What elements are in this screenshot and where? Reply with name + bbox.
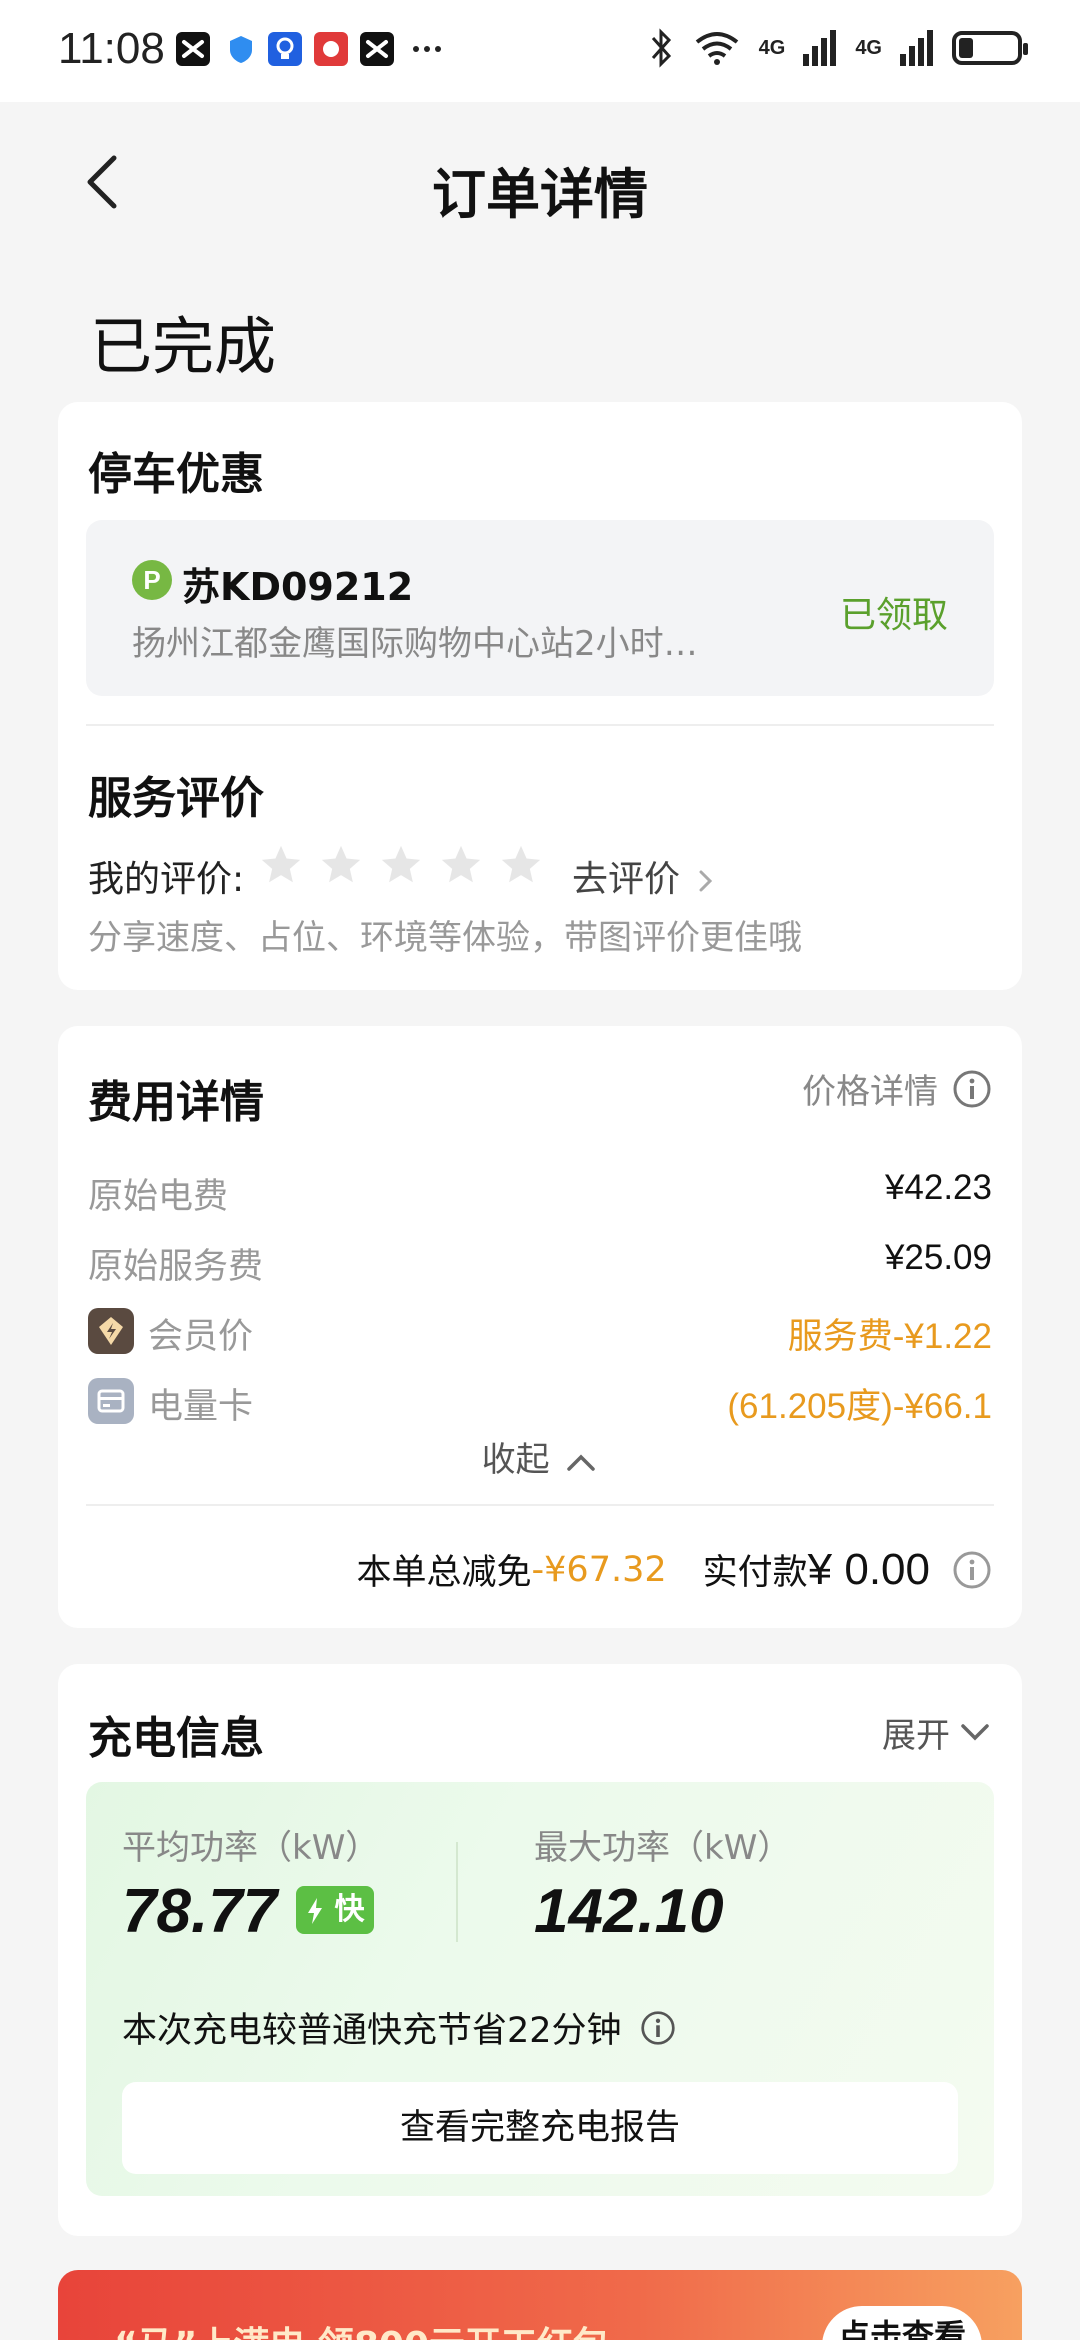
status-right: 4G 4G: [647, 28, 1028, 68]
app-icon-x: [176, 32, 210, 66]
price-detail-link[interactable]: 价格详情: [802, 1064, 992, 1113]
fee-value: 服务费-¥1.22: [787, 1317, 992, 1356]
fee-row: 原始电费 ¥42.23: [88, 1168, 992, 1218]
collapse-button[interactable]: 收起: [58, 1432, 1022, 1481]
price-detail-label: 价格详情: [802, 1072, 938, 1112]
status-bar: 11:08 4G 4G: [0, 0, 1080, 102]
saving-text: 本次充电较普通快充节省22分钟: [122, 2011, 622, 2051]
paid-amount: ¥ 0.00: [807, 1544, 930, 1594]
license-plate: 苏KD09212: [182, 565, 414, 609]
bluetooth-icon: [651, 28, 671, 68]
banner-view-button[interactable]: 点击查看: [822, 2306, 982, 2340]
parking-title: 停车优惠: [88, 449, 264, 500]
avg-power-value: 78.77: [122, 1877, 278, 1946]
card-icon: [88, 1378, 134, 1424]
fee-title: 费用详情: [88, 1077, 264, 1128]
saving-note: 本次充电较普通快充节省22分钟: [122, 2002, 676, 2053]
promo-banner[interactable]: “马”上满电 领800元开工红包 点击查看: [58, 2270, 1022, 2340]
banner-text: “马”上满电 领800元开工红包: [114, 2316, 609, 2340]
divider: [456, 1842, 458, 1942]
info-icon[interactable]: [952, 1550, 992, 1590]
signal-1-label: 4G: [758, 36, 786, 59]
chevron-up-icon: [567, 1454, 596, 1471]
go-rate-label: 去评价: [572, 859, 681, 900]
star-icon[interactable]: [318, 842, 364, 888]
collapse-label: 收起: [481, 1440, 550, 1480]
charging-stats: 平均功率（kW） 78.77 快 最大功率（kW） 142.10 本次充电较普通…: [86, 1782, 994, 2196]
star-icon[interactable]: [498, 842, 544, 888]
signal-icon: [803, 30, 837, 66]
status-time: 11:08: [58, 24, 165, 73]
divider: [86, 724, 994, 726]
rating-hint: 分享速度、占位、环境等体验，带图评价更佳哦: [88, 918, 802, 958]
order-status: 已完成: [90, 310, 277, 383]
fee-label: 会员价: [148, 1317, 254, 1357]
parking-coupon[interactable]: P 苏KD09212 扬州江都金鹰国际购物中心站2小时… 已领取: [86, 520, 994, 696]
star-icon[interactable]: [258, 842, 304, 888]
paid-label: 实付款: [702, 1553, 808, 1593]
charging-info-card: 充电信息 展开 平均功率（kW） 78.77 快 最大功率（kW） 142.10…: [58, 1664, 1022, 2236]
fee-detail-card: 费用详情 价格详情 原始电费 ¥42.23 原始服务费 ¥25.09 会员价 服…: [58, 1026, 1022, 1628]
go-rate-link[interactable]: 去评价: [572, 850, 715, 902]
fee-label: 原始电费: [88, 1177, 229, 1217]
expand-label: 展开: [882, 1716, 950, 1756]
fee-label: 电量卡: [148, 1387, 254, 1427]
huawei-icon: [314, 32, 348, 66]
charging-title: 充电信息: [88, 1713, 264, 1764]
total-discount-value: -¥67.32: [531, 1549, 667, 1590]
fee-value: ¥42.23: [884, 1168, 992, 1207]
signal-icon: [900, 30, 933, 66]
info-icon: [953, 1070, 991, 1107]
total-discount-label: 本单总减免: [356, 1553, 532, 1593]
divider: [86, 1504, 994, 1506]
star-icon[interactable]: [438, 842, 484, 888]
fee-value: (61.205度)-¥66.1: [727, 1387, 992, 1426]
my-rating-label: 我的评价:: [88, 859, 245, 900]
page-header: 订单详情: [0, 102, 1080, 262]
member-diamond-icon: [88, 1308, 134, 1354]
shield-icon: [224, 32, 258, 66]
max-power-label: 最大功率（kW）: [534, 1828, 792, 1868]
wifi-icon: [695, 32, 738, 65]
view-report-button[interactable]: 查看完整充电报告: [122, 2082, 958, 2174]
more-icon: [410, 32, 444, 66]
total-row: 本单总减免 -¥67.32 实付款 ¥ 0.00: [357, 1544, 992, 1595]
fast-label: 快: [334, 1892, 365, 1927]
fee-label: 原始服务费: [88, 1247, 264, 1287]
fee-row: 电量卡 (61.205度)-¥66.1: [88, 1378, 992, 1428]
lightning-icon: [308, 1897, 322, 1924]
fee-row: 会员价 服务费-¥1.22: [88, 1308, 992, 1358]
bulb-icon: [268, 32, 302, 66]
fee-row: 原始服务费 ¥25.09: [88, 1238, 992, 1288]
parking-review-card: 停车优惠 P 苏KD09212 扬州江都金鹰国际购物中心站2小时… 已领取 服务…: [58, 402, 1022, 990]
expand-button[interactable]: 展开: [882, 1708, 992, 1757]
battery-icon: [952, 31, 1028, 65]
parking-p-icon: P: [132, 560, 172, 600]
star-icon[interactable]: [378, 842, 424, 888]
claimed-status[interactable]: 已领取: [840, 586, 948, 638]
chevron-right-icon: [699, 870, 713, 892]
avg-power-label: 平均功率（kW）: [122, 1828, 380, 1868]
signal-2-label: 4G: [855, 36, 882, 59]
review-title: 服务评价: [88, 773, 264, 824]
app-icon-x: [360, 32, 394, 66]
fast-badge: 快: [296, 1886, 375, 1934]
page-title: 订单详情: [432, 163, 648, 226]
chevron-down-icon: [961, 1723, 989, 1740]
max-power-value: 142.10: [534, 1877, 724, 1946]
station-name: 扬州江都金鹰国际购物中心站2小时…: [132, 624, 698, 664]
info-icon[interactable]: [640, 2010, 676, 2046]
rating-stars[interactable]: [258, 842, 544, 888]
fee-value: ¥25.09: [884, 1238, 992, 1277]
